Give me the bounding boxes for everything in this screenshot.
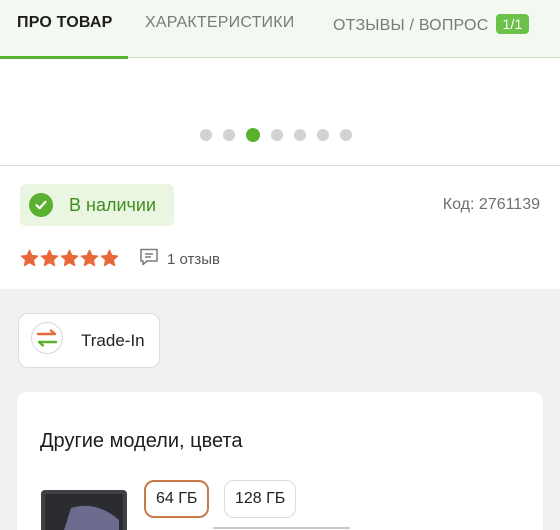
star-icon <box>40 249 59 273</box>
trade-in-button[interactable]: Trade-In <box>18 313 160 368</box>
rating-stars <box>20 249 119 273</box>
carousel-dot[interactable] <box>340 129 352 141</box>
other-models-card: Другие модели, цвета 64 ГБ 128 ГБ <box>17 392 543 530</box>
exchange-arrows-icon <box>30 321 64 360</box>
reviews-link[interactable]: 1 отзыв <box>138 246 220 273</box>
reviews-count-text: 1 отзыв <box>167 251 221 268</box>
carousel-dot[interactable] <box>317 129 329 141</box>
tab-about-label: ПРО ТОВАР <box>17 14 113 31</box>
carousel-pagination <box>200 128 352 142</box>
star-icon <box>80 249 99 273</box>
memory-option-label: 64 ГБ <box>156 490 198 507</box>
availability-badge: В наличии <box>20 184 174 226</box>
tab-characteristics[interactable]: ХАРАКТЕРИСТИКИ <box>145 14 294 32</box>
carousel-dot[interactable] <box>223 129 235 141</box>
tab-about-product[interactable]: ПРО ТОВАР <box>17 14 112 32</box>
memory-option-label: 128 ГБ <box>235 490 286 507</box>
memory-option-64gb[interactable]: 64 ГБ <box>144 480 210 518</box>
tab-reviews-label: ОТЗЫВЫ / ВОПРОС <box>333 17 489 34</box>
tab-characteristics-label: ХАРАКТЕРИСТИКИ <box>145 14 295 31</box>
carousel-dot[interactable] <box>271 129 283 141</box>
other-models-title: Другие модели, цвета <box>40 430 243 452</box>
divider <box>0 165 560 166</box>
availability-label: В наличии <box>69 194 157 215</box>
star-icon <box>100 249 119 273</box>
active-tab-indicator <box>0 56 128 59</box>
tablet-thumbnail[interactable] <box>41 490 127 530</box>
carousel-dot[interactable] <box>200 129 212 141</box>
carousel-dot[interactable] <box>294 129 306 141</box>
star-icon <box>60 249 79 273</box>
comment-icon <box>138 246 160 273</box>
tab-reviews[interactable]: ОТЗЫВЫ / ВОПРОС 1/1 <box>333 14 529 35</box>
product-tabs: ПРО ТОВАР ХАРАКТЕРИСТИКИ ОТЗЫВЫ / ВОПРОС… <box>0 0 560 59</box>
trade-in-label: Trade-In <box>81 330 145 350</box>
reviews-count-badge: 1/1 <box>496 14 529 34</box>
memory-option-128gb[interactable]: 128 ГБ <box>224 480 297 518</box>
options-divider <box>213 527 350 529</box>
star-icon <box>20 249 39 273</box>
check-circle-icon <box>29 193 53 217</box>
product-code: Код: 2761139 <box>442 196 540 213</box>
carousel-dot[interactable] <box>246 128 260 142</box>
